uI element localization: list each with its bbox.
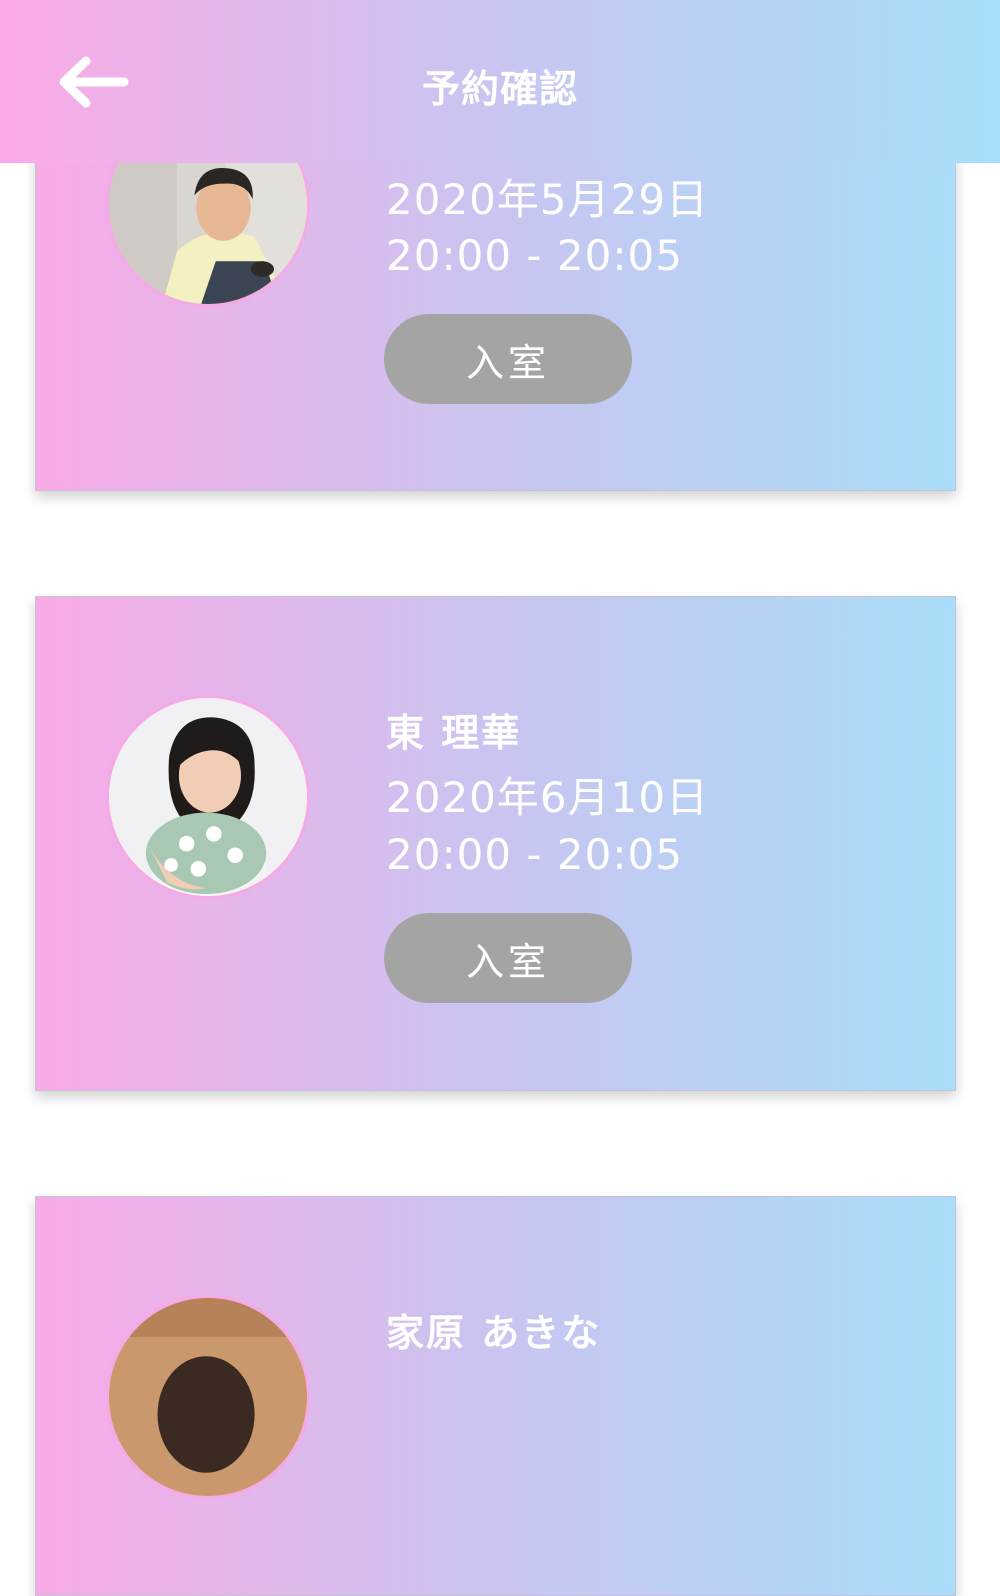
enter-room-button[interactable]: 入室	[384, 314, 632, 404]
app-header: 予約確認	[0, 0, 1000, 163]
performer-name: 東 理華	[386, 711, 522, 755]
page-title: 予約確認	[421, 67, 578, 111]
reservation-card: 東 理華 2020年6月10日 20:00 - 20:05 入室	[35, 596, 956, 1091]
reservation-date: 2020年5月29日	[386, 175, 710, 224]
reservation-card: 家原 あきな	[35, 1196, 956, 1596]
avatar	[106, 1295, 310, 1499]
performer-name: 家原 あきな	[386, 1311, 602, 1355]
reservation-time: 20:00 - 20:05	[386, 231, 683, 280]
reservation-time: 20:00 - 20:05	[386, 830, 683, 879]
reservation-date: 2020年6月10日	[386, 773, 710, 822]
enter-room-button[interactable]: 入室	[384, 913, 632, 1003]
avatar	[106, 695, 310, 899]
